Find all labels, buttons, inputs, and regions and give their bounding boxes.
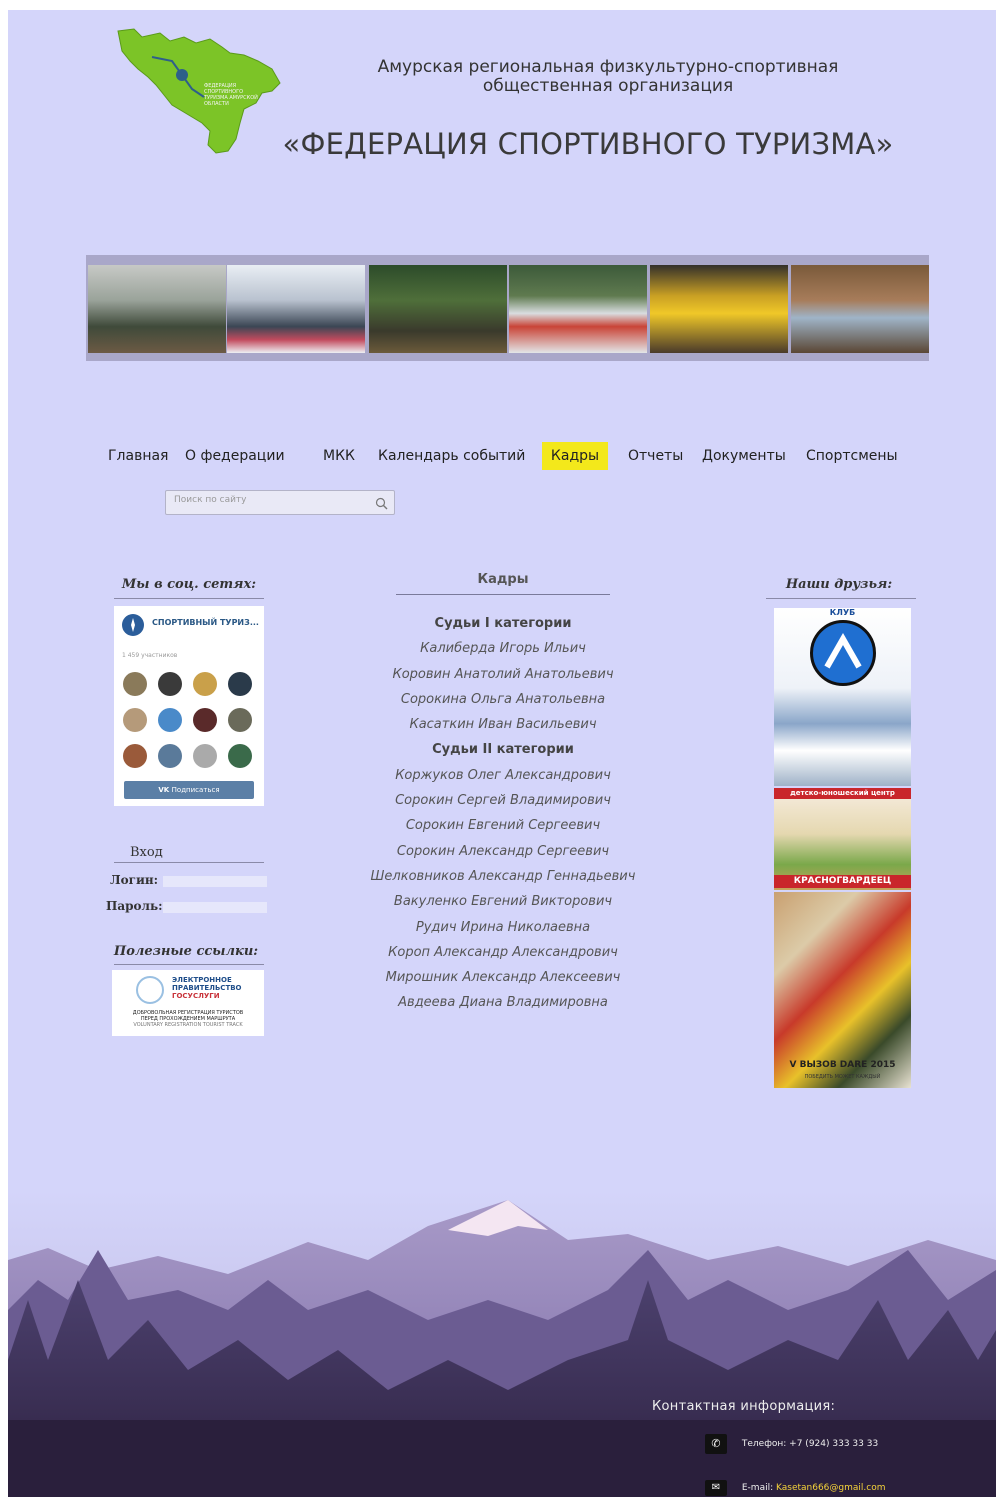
mail-icon: ✉	[705, 1480, 727, 1496]
gosuslugi-line-1: ЭЛЕКТРОННОЕ	[172, 976, 232, 984]
staff-name: Рудич Ирина Николаевна	[415, 919, 591, 935]
organization-type: Амурская региональная физкультурно-спорт…	[308, 58, 908, 96]
nav-item-calendar[interactable]: Календарь событий	[374, 442, 529, 470]
org-line-2: общественная организация	[482, 76, 734, 96]
center-banner[interactable]: детско-юношеский центр КРАСНОГВАРДЕЕЦ	[774, 788, 911, 890]
center-name: КРАСНОГВАРДЕЕЦ	[774, 875, 911, 888]
friends-banners: КЛУБ детско-юношеский центр КРАСНОГВАРДЕ…	[774, 608, 911, 1088]
main-navigation: Главная О федерации МКК Календарь событи…	[100, 442, 920, 472]
vk-widget[interactable]: СПОРТИВНЫЙ ТУРИЗ... 1 459 участников VK …	[114, 606, 264, 806]
federation-logo[interactable]: ФЕДЕРАЦИЯ СПОРТИВНОГО ТУРИЗМА АМУРСКОЙ О…	[112, 27, 284, 155]
nav-item-mkk[interactable]: МКК	[319, 442, 359, 470]
avatar[interactable]	[123, 744, 147, 768]
avatar[interactable]	[193, 708, 217, 732]
banner-photo-cave	[791, 265, 929, 353]
avatar[interactable]	[123, 672, 147, 696]
contact-email: ✉ E-mail: Kasetan666@gmail.com	[705, 1480, 886, 1496]
avatar[interactable]	[193, 744, 217, 768]
photo-banner	[86, 255, 929, 361]
category-heading: Судьи I категории	[434, 616, 572, 631]
staff-name: Авдеева Диана Владимировна	[398, 995, 608, 1011]
login-heading: Вход	[130, 845, 163, 860]
whatsapp-icon: ✆	[705, 1434, 727, 1454]
staff-name: Сорокин Сергей Владимирович	[395, 793, 611, 809]
links-heading: Полезные ссылки:	[113, 944, 259, 959]
avatar[interactable]	[228, 744, 252, 768]
banner-photo-rafting	[509, 265, 647, 353]
vk-icon: VK	[158, 786, 172, 794]
avatar[interactable]	[123, 708, 147, 732]
vk-subscribe-label: Подписаться	[171, 786, 220, 794]
avatar[interactable]	[158, 744, 182, 768]
social-heading: Мы в соц. сетях:	[121, 577, 257, 592]
staff-name: Касаткин Иван Васильевич	[409, 717, 597, 733]
login-input[interactable]	[163, 876, 267, 887]
club-label: КЛУБ	[829, 608, 856, 617]
staff-name: Коржуков Олег Александрович	[395, 767, 611, 783]
staff-name: Мирошник Александр Алексеевич	[385, 970, 621, 986]
staff-name: Вакуленко Евгений Викторович	[393, 894, 613, 910]
contact-heading: Контактная информация:	[652, 1399, 836, 1414]
gosuslugi-line-2: ПРАВИТЕЛЬСТВО	[172, 984, 242, 992]
category-heading: Судьи II категории	[432, 742, 574, 758]
email-label: E-mail:	[741, 1483, 774, 1493]
banner-photo-climbing	[650, 265, 788, 353]
gosuslugi-line-3: ГОСУСЛУГИ	[172, 992, 220, 1000]
avatar[interactable]	[228, 708, 252, 732]
staff-name: Коровин Анатолий Анатольевич	[392, 666, 614, 682]
avatar[interactable]	[158, 672, 182, 696]
friends-heading: Наши друзья:	[785, 577, 893, 592]
password-input[interactable]	[163, 902, 267, 913]
banner-photo-forest	[369, 265, 507, 353]
avatar[interactable]	[158, 708, 182, 732]
content-title: Кадры	[477, 572, 529, 587]
staff-name: Сорокин Евгений Сергеевич	[405, 818, 601, 834]
center-label: детско-юношеский центр	[774, 788, 911, 799]
vk-group-avatar	[122, 614, 144, 636]
staff-name: Сорокин Александр Сергеевич	[396, 843, 610, 859]
org-line-1: Амурская региональная физкультурно-спорт…	[377, 57, 839, 77]
staff-name: Сорокина Ольга Анатольевна	[400, 691, 606, 707]
links-divider	[114, 964, 264, 965]
contact-phone: ✆ Телефон: +7 (924) 333 33 33	[705, 1434, 878, 1454]
dare-subtitle: ПОБЕДИТЬ МОЖЕТ КАЖДЫЙ	[804, 1074, 881, 1080]
staff-name: Короп Александр Александрович	[388, 944, 618, 960]
dare-banner[interactable]: V ВЫЗОВ DARE 2015 ПОБЕДИТЬ МОЖЕТ КАЖДЫЙ	[774, 892, 911, 1088]
vk-members-count: 1 459 участников	[122, 652, 178, 659]
login-label: Логин:	[110, 873, 159, 887]
avatar[interactable]	[193, 672, 217, 696]
nav-item-staff[interactable]: Кадры	[542, 442, 608, 470]
vk-group-name[interactable]: СПОРТИВНЫЙ ТУРИЗ...	[152, 618, 259, 627]
page: ФЕДЕРАЦИЯ СПОРТИВНОГО ТУРИЗМА АМУРСКОЙ О…	[8, 10, 996, 1497]
vk-subscribe-button[interactable]: VK Подписаться	[124, 781, 254, 799]
password-label: Пароль:	[106, 899, 163, 913]
nav-item-home[interactable]: Главная	[104, 442, 172, 470]
friends-divider	[766, 598, 916, 599]
dare-title: V ВЫЗОВ DARE 2015	[789, 1060, 896, 1070]
gosuslugi-banner[interactable]: ЭЛЕКТРОННОЕ ПРАВИТЕЛЬСТВО ГОСУСЛУГИ ДОБР…	[112, 970, 264, 1036]
email-link[interactable]: Kasetan666@gmail.com	[776, 1483, 886, 1493]
search-input[interactable]: Поиск по сайту	[174, 495, 247, 505]
organization-title: «ФЕДЕРАЦИЯ СПОРТИВНОГО ТУРИЗМА»	[282, 127, 894, 161]
phone-number[interactable]: Телефон: +7 (924) 333 33 33	[742, 1439, 878, 1449]
search-icon[interactable]	[375, 495, 388, 514]
staff-content: Кадры Судьи I категории Калиберда Игорь …	[338, 572, 668, 1016]
gosuslugi-icon	[136, 976, 164, 1004]
nav-item-about[interactable]: О федерации	[181, 442, 289, 470]
login-divider	[114, 862, 264, 863]
avatar[interactable]	[228, 672, 252, 696]
logo-caption: ФЕДЕРАЦИЯ СПОРТИВНОГО ТУРИЗМА АМУРСКОЙ О…	[204, 83, 258, 107]
club-emblem-icon	[810, 620, 876, 686]
nav-item-athletes[interactable]: Спортсмены	[802, 442, 902, 470]
social-divider	[114, 598, 264, 599]
nav-item-reports[interactable]: Отчеты	[624, 442, 687, 470]
nav-item-documents[interactable]: Документы	[698, 442, 790, 470]
site-search[interactable]: Поиск по сайту	[165, 490, 395, 515]
banner-photo-group	[88, 265, 226, 353]
gosuslugi-line-6: VOLUNTARY REGISTRATION TOURIST TRACK	[133, 1022, 243, 1028]
banner-photo-winter	[227, 265, 365, 353]
staff-name: Шелковников Александр Геннадьевич	[370, 868, 636, 884]
club-banner[interactable]: КЛУБ	[774, 608, 911, 786]
staff-name: Калиберда Игорь Ильич	[420, 641, 586, 657]
